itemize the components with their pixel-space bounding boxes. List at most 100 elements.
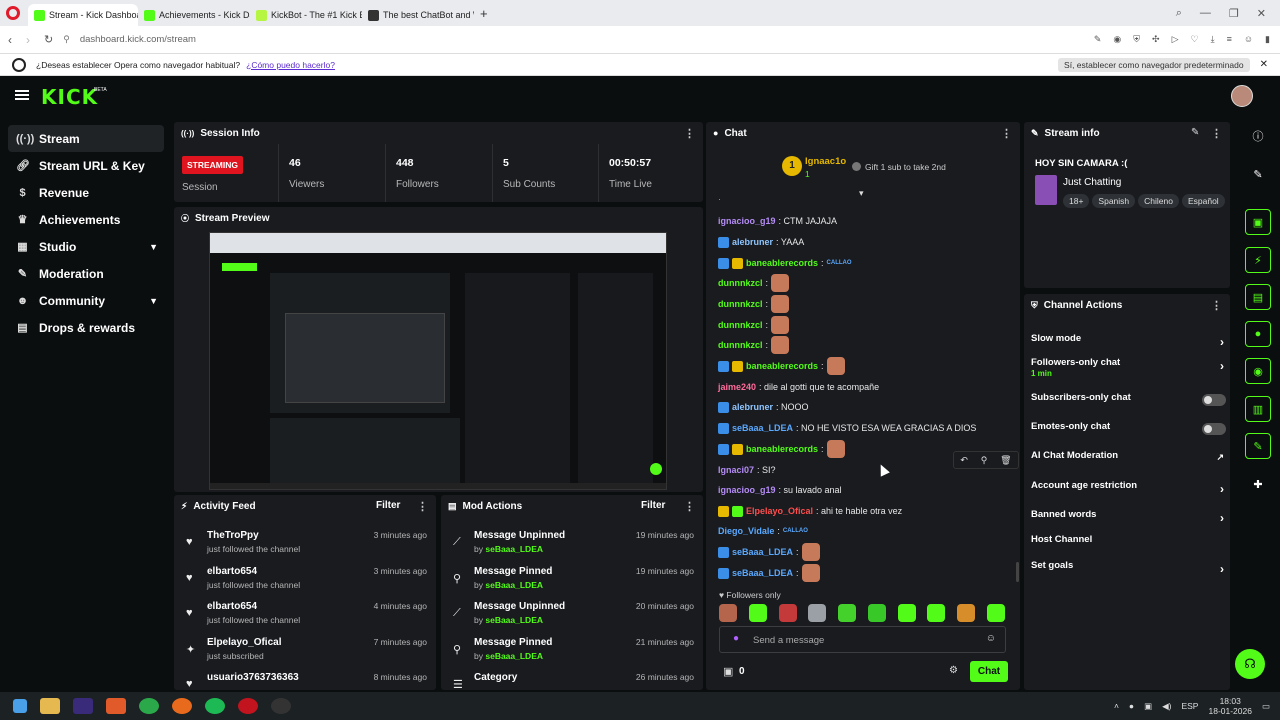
chat-username[interactable]: baneablerecords: [746, 444, 818, 454]
site-info-icon[interactable]: ⚲: [63, 34, 70, 45]
filter-button[interactable]: Filter: [376, 500, 400, 511]
feed-username[interactable]: usuario3763736363: [207, 672, 299, 683]
more-options-icon[interactable]: ⋮: [417, 500, 428, 513]
chat-username[interactable]: dunnnkzcl: [718, 299, 763, 309]
delete-icon[interactable]: 🗑︎: [1000, 455, 1011, 466]
url-field[interactable]: dashboard.kick.com/stream: [80, 34, 196, 45]
notification-icon[interactable]: ▭: [1262, 701, 1270, 712]
file-explorer-icon[interactable]: [40, 698, 60, 714]
user-avatar[interactable]: [1231, 85, 1253, 107]
premiere-icon[interactable]: [73, 698, 93, 714]
sidebar-item-stream-url-key[interactable]: 🔗︎ Stream URL & Key: [8, 152, 164, 179]
new-tab-icon[interactable]: +: [480, 6, 488, 21]
chat-username[interactable]: Ignaci07: [718, 465, 754, 475]
emote[interactable]: [897, 604, 916, 622]
more-options-icon[interactable]: ⋮: [1001, 127, 1012, 140]
sidebar-item-studio[interactable]: ▦ Studio ▼: [8, 233, 164, 260]
chat-username[interactable]: alebruner: [732, 237, 773, 247]
edit-icon[interactable]: ✎: [1191, 127, 1199, 138]
tab-stream-dashboard[interactable]: Stream - Kick Dashboard ×: [28, 4, 138, 26]
chat-username[interactable]: baneablerecords: [746, 258, 818, 268]
minimize-icon[interactable]: —: [1200, 7, 1211, 20]
chat-settings-icon[interactable]: ⚙: [949, 665, 958, 676]
emote[interactable]: [808, 604, 827, 622]
gifter-name[interactable]: Ignaac1o: [805, 156, 846, 167]
add-widget-icon[interactable]: ✚: [1245, 471, 1271, 497]
shield-icon[interactable]: ⛨: [1133, 34, 1140, 45]
banned-words-row[interactable]: Banned words ›: [1031, 509, 1226, 531]
screen-icon[interactable]: ▣: [1245, 209, 1271, 235]
mic-icon[interactable]: ●: [733, 633, 739, 644]
slow-mode-row[interactable]: Slow mode ›: [1031, 333, 1226, 355]
opera-logo-icon[interactable]: [6, 6, 20, 20]
host-channel-row[interactable]: Host Channel: [1031, 534, 1226, 556]
chat-username[interactable]: Elpelayo_Ofical: [746, 506, 813, 516]
feed-username[interactable]: Elpelayo_Ofical: [207, 637, 281, 648]
emote[interactable]: [838, 604, 857, 622]
sidebar-item-moderation[interactable]: ✎ Moderation: [8, 260, 164, 287]
tag[interactable]: Chileno: [1138, 194, 1179, 208]
mod-username[interactable]: seBaaa_LDEA: [485, 615, 543, 625]
reply-icon[interactable]: ↶: [960, 455, 968, 466]
clock[interactable]: 18:03 18-01-2026: [1208, 696, 1251, 716]
extension-icon[interactable]: ✣: [1152, 34, 1160, 45]
chat-username[interactable]: alebruner: [732, 402, 773, 412]
opera-icon[interactable]: [238, 698, 258, 714]
more-options-icon[interactable]: ⋮: [1211, 127, 1222, 140]
emote[interactable]: [986, 604, 1005, 622]
help-headset-icon[interactable]: ☊: [1235, 649, 1265, 679]
tab-chatbot[interactable]: The best ChatBot and Wi: [362, 4, 474, 26]
emote[interactable]: [957, 604, 976, 622]
feed-username[interactable]: elbarto654: [207, 601, 257, 612]
sidebar-item-stream[interactable]: ((·)) Stream: [8, 125, 164, 152]
drawer-icon[interactable]: ▥: [1245, 396, 1271, 422]
infobar-link[interactable]: ¿Cómo puedo hacerlo?: [246, 60, 335, 70]
hamburger-menu-icon[interactable]: [15, 90, 29, 92]
sidebar-toggle-icon[interactable]: ▮: [1265, 34, 1270, 45]
account-age-row[interactable]: Account age restriction ›: [1031, 480, 1226, 502]
wrench-icon[interactable]: ✎: [1245, 433, 1271, 459]
mod-username[interactable]: seBaaa_LDEA: [485, 544, 543, 554]
chat-send-button[interactable]: Chat: [970, 661, 1008, 682]
gift-cta[interactable]: Gift 1 sub to take 2nd: [865, 162, 946, 172]
sidebar-item-community[interactable]: ☻ Community ▼: [8, 287, 164, 314]
chat-username[interactable]: ignacioo_g19: [718, 485, 776, 495]
tag[interactable]: Spanish: [1092, 194, 1136, 208]
chat-username[interactable]: seBaaa_LDEA: [732, 423, 793, 433]
network-icon[interactable]: ▣: [1144, 701, 1152, 712]
broadcast-icon[interactable]: ◉: [1245, 358, 1271, 384]
chat-input[interactable]: ● Send a message ☺: [719, 626, 1006, 653]
tab-achievements[interactable]: Achievements - Kick Dash: [138, 4, 250, 26]
feed-username[interactable]: TheTroPpy: [207, 530, 259, 541]
tab-kickbot[interactable]: KickBot - The #1 Kick Bot: [250, 4, 362, 26]
chat-username[interactable]: dunnnkzcl: [718, 340, 763, 350]
back-icon[interactable]: ‹: [8, 33, 12, 47]
points-icon[interactable]: ▣: [723, 665, 733, 678]
pin-icon[interactable]: ⚲: [981, 455, 988, 466]
play-icon[interactable]: ▷: [1172, 34, 1179, 45]
heart-icon[interactable]: ♡: [1191, 34, 1199, 45]
category-name[interactable]: Just Chatting: [1063, 177, 1121, 188]
emotes-only-toggle[interactable]: [1202, 423, 1226, 435]
tray-chevron-icon[interactable]: ˄: [1114, 701, 1119, 711]
emote[interactable]: [719, 604, 737, 622]
sidebar-item-revenue[interactable]: $ Revenue: [8, 179, 164, 206]
set-default-button[interactable]: Sí, establecer como navegador predetermi…: [1058, 57, 1250, 72]
maximize-icon[interactable]: ❐: [1229, 7, 1239, 20]
list-icon[interactable]: ▤: [1245, 284, 1271, 310]
more-options-icon[interactable]: ⋮: [684, 500, 695, 513]
kick-logo[interactable]: KICK: [41, 85, 98, 109]
download-icon[interactable]: ⤓: [1211, 34, 1215, 45]
emoji-icon[interactable]: ☺: [986, 633, 996, 644]
brave-icon[interactable]: [106, 698, 126, 714]
close-infobar-icon[interactable]: ✕: [1260, 59, 1268, 70]
stream-preview-video[interactable]: [209, 232, 667, 490]
chat-username[interactable]: ignacioo_g19: [718, 216, 776, 226]
more-options-icon[interactable]: ⋮: [1211, 299, 1222, 312]
more-options-icon[interactable]: ⋮: [684, 127, 695, 140]
profile-icon[interactable]: ☺: [1244, 34, 1253, 45]
sidebar-item-drops-rewards[interactable]: ▤ Drops & rewards: [8, 314, 164, 341]
chat-username[interactable]: jaime240: [718, 382, 756, 392]
feed-username[interactable]: elbarto654: [207, 566, 257, 577]
mod-username[interactable]: seBaaa_LDEA: [485, 580, 543, 590]
